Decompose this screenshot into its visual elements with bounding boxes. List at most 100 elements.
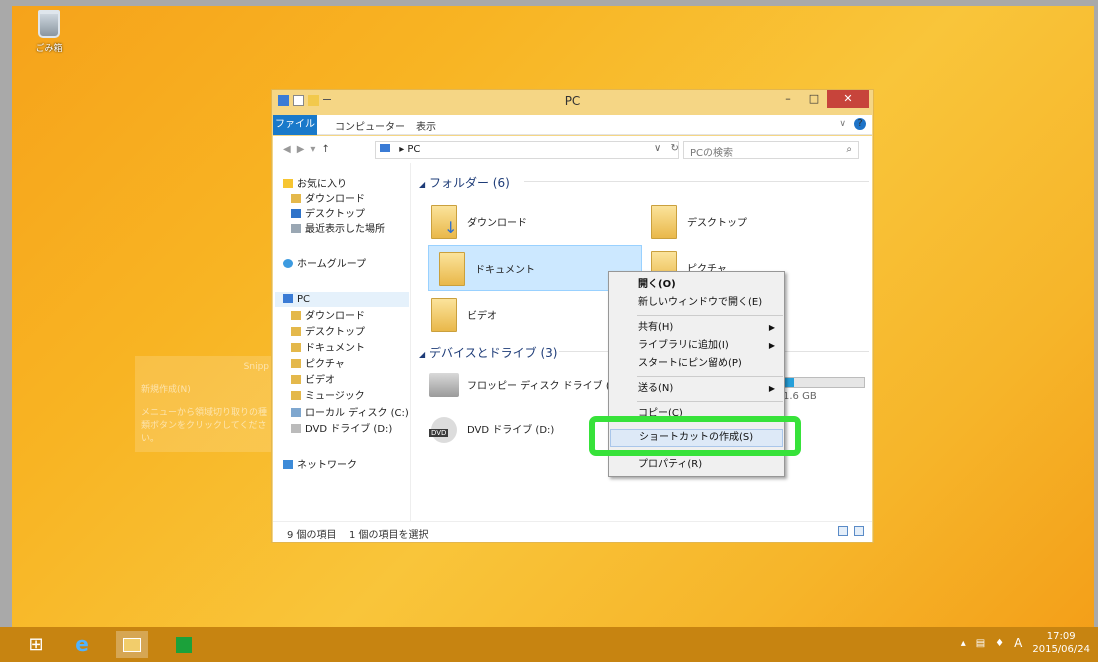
nav-label: ミュージック — [305, 391, 365, 402]
tab-view[interactable]: 表示 — [416, 118, 436, 133]
menu-separator — [637, 315, 783, 316]
local-disk-usage-bar — [783, 377, 865, 388]
address-separator-icon: ▸ — [399, 144, 405, 155]
nav-pc-local-disk[interactable]: ローカル ディスク (C:) — [291, 406, 409, 421]
folder-label: ビデオ — [467, 311, 497, 322]
recycle-bin-icon — [38, 10, 60, 38]
menu-separator — [637, 401, 783, 402]
back-icon[interactable]: ◀ — [283, 144, 291, 155]
tab-file[interactable]: ファイル — [273, 115, 317, 135]
nav-homegroup[interactable]: ホームグループ — [283, 257, 366, 272]
nav-network[interactable]: ネットワーク — [283, 458, 357, 473]
menu-share[interactable]: 共有(H) ▶ — [610, 319, 783, 337]
menu-open-new-window[interactable]: 新しいウィンドウで開く(E) — [610, 294, 783, 312]
group-devices-header: デバイスとドライブ (3) — [428, 346, 558, 360]
nav-pc-music[interactable]: ミュージック — [291, 389, 365, 404]
nav-pc-videos[interactable]: ビデオ — [291, 373, 335, 388]
show-hidden-icons[interactable]: ▴ — [961, 638, 966, 649]
snipping-ghost-title: Snipp — [243, 362, 269, 372]
submenu-arrow-icon: ▶ — [768, 323, 775, 332]
network-tray-icon[interactable]: ▤ — [976, 638, 985, 649]
recent-places-icon — [291, 224, 301, 233]
nav-pc-desktop[interactable]: デスクトップ — [291, 325, 365, 340]
menu-label: 共有(H) — [638, 322, 674, 333]
nav-fav-recent[interactable]: 最近表示した場所 — [291, 222, 385, 237]
search-icon: ⌕ — [846, 144, 852, 155]
nav-pc-documents[interactable]: ドキュメント — [291, 341, 365, 356]
start-button[interactable]: ⊞ — [20, 631, 52, 658]
menu-pin-to-start[interactable]: スタートにピン留め(P) — [610, 355, 783, 373]
title-bar[interactable]: PC – □ ✕ — [272, 90, 873, 112]
close-button[interactable]: ✕ — [827, 90, 869, 108]
group-divider — [524, 181, 869, 182]
status-bar: 9 個の項目 1 個の項目を選択 — [273, 521, 872, 542]
menu-send-to[interactable]: 送る(N) ▶ — [610, 380, 783, 398]
downloads-folder-icon — [291, 194, 301, 203]
store-icon[interactable] — [168, 631, 200, 658]
file-explorer-taskbar-icon[interactable] — [116, 631, 148, 658]
menu-open[interactable]: 開く(O) — [610, 276, 783, 294]
folder-videos[interactable]: ビデオ — [421, 292, 635, 338]
folder-desktop[interactable]: デスクトップ — [641, 199, 855, 245]
nav-pc-dvd[interactable]: DVD ドライブ (D:) — [291, 422, 392, 437]
ime-indicator[interactable]: A — [1014, 636, 1022, 650]
floppy-drive-icon — [429, 373, 459, 397]
downloads-folder-icon — [291, 311, 301, 320]
internet-explorer-icon[interactable]: e — [66, 631, 98, 658]
recycle-bin-shortcut[interactable]: ごみ箱 — [26, 10, 72, 54]
collapse-arrow-icon: ◢ — [419, 180, 426, 189]
nav-pc-pictures[interactable]: ピクチャ — [291, 357, 345, 372]
nav-label: デスクトップ — [305, 209, 365, 220]
nav-label: ダウンロード — [305, 194, 365, 205]
desktop-icon — [291, 209, 301, 218]
menu-add-to-library[interactable]: ライブラリに追加(I) ▶ — [610, 337, 783, 355]
address-input[interactable]: ▸ PC — [375, 141, 679, 159]
refresh-icon[interactable]: ↻ — [671, 143, 679, 154]
clock[interactable]: 17:09 2015/06/24 — [1032, 630, 1090, 656]
nav-label: ホームグループ — [297, 259, 367, 270]
maximize-button[interactable]: □ — [801, 90, 827, 108]
nav-fav-downloads[interactable]: ダウンロード — [291, 192, 365, 207]
downloads-folder-icon: ↓ — [431, 205, 457, 239]
address-path: PC — [407, 144, 421, 155]
nav-label: デスクトップ — [305, 327, 365, 338]
up-icon[interactable]: ↑ — [321, 144, 329, 155]
screen-frame-left — [0, 0, 12, 662]
status-item-count: 9 個の項目 — [287, 530, 337, 541]
group-folders[interactable]: ◢ フォルダー (6) — [419, 174, 869, 191]
documents-folder-icon — [291, 343, 301, 352]
homegroup-icon — [283, 259, 293, 268]
help-icon[interactable]: ? — [854, 118, 866, 130]
drive-floppy[interactable]: フロッピー ディスク ドライブ (A:) — [421, 363, 635, 409]
search-input[interactable]: PCの検索 ⌕ — [683, 141, 859, 159]
nav-label: 最近表示した場所 — [305, 224, 385, 235]
address-dropdown-icon[interactable]: ∨ — [654, 143, 661, 154]
snipping-ghost-new: 新規作成(N) — [141, 385, 191, 395]
tab-computer[interactable]: コンピューター — [335, 118, 405, 133]
nav-label: ピクチャ — [305, 359, 345, 370]
pc-icon — [380, 144, 390, 152]
drive-label: フロッピー ディスク ドライブ (A:) — [467, 381, 624, 392]
large-icons-view-icon[interactable] — [854, 526, 864, 536]
taskbar: ⊞ e ▴ ▤ ♦ A 17:09 2015/06/24 — [0, 627, 1098, 662]
history-dropdown-icon[interactable]: ▾ — [310, 144, 315, 155]
nav-pc-downloads[interactable]: ダウンロード — [291, 309, 365, 324]
expand-ribbon-icon[interactable]: ∨ — [839, 119, 846, 129]
volume-muted-icon[interactable]: ♦ — [995, 638, 1004, 649]
videos-folder-icon — [291, 375, 301, 384]
folder-downloads[interactable]: ↓ ダウンロード — [421, 199, 635, 245]
clock-time: 17:09 — [1046, 631, 1076, 642]
nav-label: ドキュメント — [305, 343, 365, 354]
nav-pc[interactable]: PC — [275, 292, 409, 307]
nav-fav-desktop[interactable]: デスクトップ — [291, 207, 365, 222]
system-tray: ▴ ▤ ♦ A 17:09 2015/06/24 — [961, 630, 1090, 656]
nav-favorites[interactable]: お気に入り — [283, 177, 347, 192]
forward-icon[interactable]: ▶ — [297, 144, 305, 155]
minimize-button[interactable]: – — [775, 90, 801, 108]
recycle-bin-label: ごみ箱 — [35, 44, 63, 54]
highlight-annotation-box — [589, 416, 801, 456]
menu-properties[interactable]: プロパティ(R) — [610, 456, 783, 474]
folder-label: デスクトップ — [687, 218, 747, 229]
details-view-icon[interactable] — [838, 526, 848, 536]
group-folders-header: フォルダー (6) — [428, 176, 510, 190]
